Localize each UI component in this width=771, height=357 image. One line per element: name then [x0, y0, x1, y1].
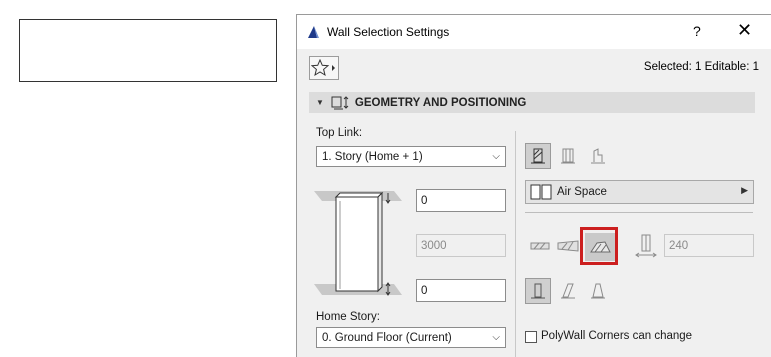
straight-wall-icon	[530, 242, 550, 250]
air-space-swatch-icon	[530, 184, 552, 200]
wall-inclination-slanted-button[interactable]	[555, 278, 581, 304]
vertical-wall-icon	[531, 283, 545, 299]
chevron-down-icon: ⌵	[492, 332, 500, 343]
home-story-select[interactable]: 0. Ground Floor (Current) ⌵	[316, 327, 506, 348]
thickness-input: 240	[664, 234, 754, 257]
chevron-right-icon: ▶	[741, 185, 748, 195]
polywall-corners-label[interactable]: PolyWall Corners can change	[541, 330, 692, 342]
collapse-triangle-icon[interactable]: ▼	[316, 98, 324, 107]
composite-wall-icon	[561, 148, 575, 164]
archicad-icon	[308, 26, 319, 38]
composite-selector[interactable]: Air Space ▶	[525, 180, 754, 204]
background-panel	[19, 19, 277, 82]
section-title: GEOMETRY AND POSITIONING	[354, 96, 527, 109]
wall-inclination-double-slanted-button[interactable]	[585, 278, 611, 304]
wall-structure-basic-button[interactable]	[525, 143, 551, 169]
top-link-label: Top Link:	[316, 127, 363, 139]
home-story-value: 0. Ground Floor (Current)	[322, 331, 452, 344]
column-divider	[515, 131, 516, 357]
selection-count: Selected: 1 Editable: 1	[643, 61, 759, 73]
title-bar: Wall Selection Settings ? ✕	[297, 15, 771, 49]
wall-structure-profile-button[interactable]	[585, 143, 611, 169]
bottom-offset-input[interactable]: 0	[416, 279, 506, 302]
dialog-title: Wall Selection Settings	[327, 25, 450, 39]
wall-inclination-vertical-button[interactable]	[525, 278, 551, 304]
slanted-wall-icon	[561, 283, 575, 299]
wall-height-input: 3000	[416, 234, 506, 257]
polywall-corners-checkbox[interactable]	[525, 331, 537, 343]
basic-wall-icon	[531, 148, 545, 164]
help-button[interactable]: ?	[693, 23, 701, 39]
chevron-down-icon: ⌵	[492, 151, 500, 162]
highlight-frame	[580, 227, 618, 265]
top-link-select[interactable]: 1. Story (Home + 1) ⌵	[316, 146, 506, 167]
top-offset-input[interactable]: 0	[416, 189, 506, 212]
section-header-geometry[interactable]: ▼ GEOMETRY AND POSITIONING	[309, 92, 755, 113]
geometry-icon	[331, 95, 349, 109]
close-button[interactable]: ✕	[737, 20, 752, 41]
top-link-value: 1. Story (Home + 1)	[322, 150, 423, 163]
double-slanted-wall-icon	[591, 283, 605, 299]
favorites-button[interactable]	[309, 56, 339, 80]
profile-wall-icon	[591, 148, 605, 164]
wall-height-diagram	[314, 191, 402, 296]
wall-selection-settings-dialog: Wall Selection Settings ? ✕ Selected: 1 …	[296, 14, 771, 357]
wall-structure-composite-button[interactable]	[555, 143, 581, 169]
wall-geometry-trapezoid-button[interactable]	[555, 233, 581, 259]
wall-geometry-straight-button[interactable]	[527, 233, 553, 259]
home-story-label: Home Story:	[316, 311, 380, 323]
star-icon	[311, 59, 335, 77]
right-divider	[525, 212, 753, 213]
composite-name: Air Space	[557, 186, 607, 198]
thickness-icon	[635, 234, 657, 258]
trapezoid-wall-icon	[557, 240, 579, 252]
